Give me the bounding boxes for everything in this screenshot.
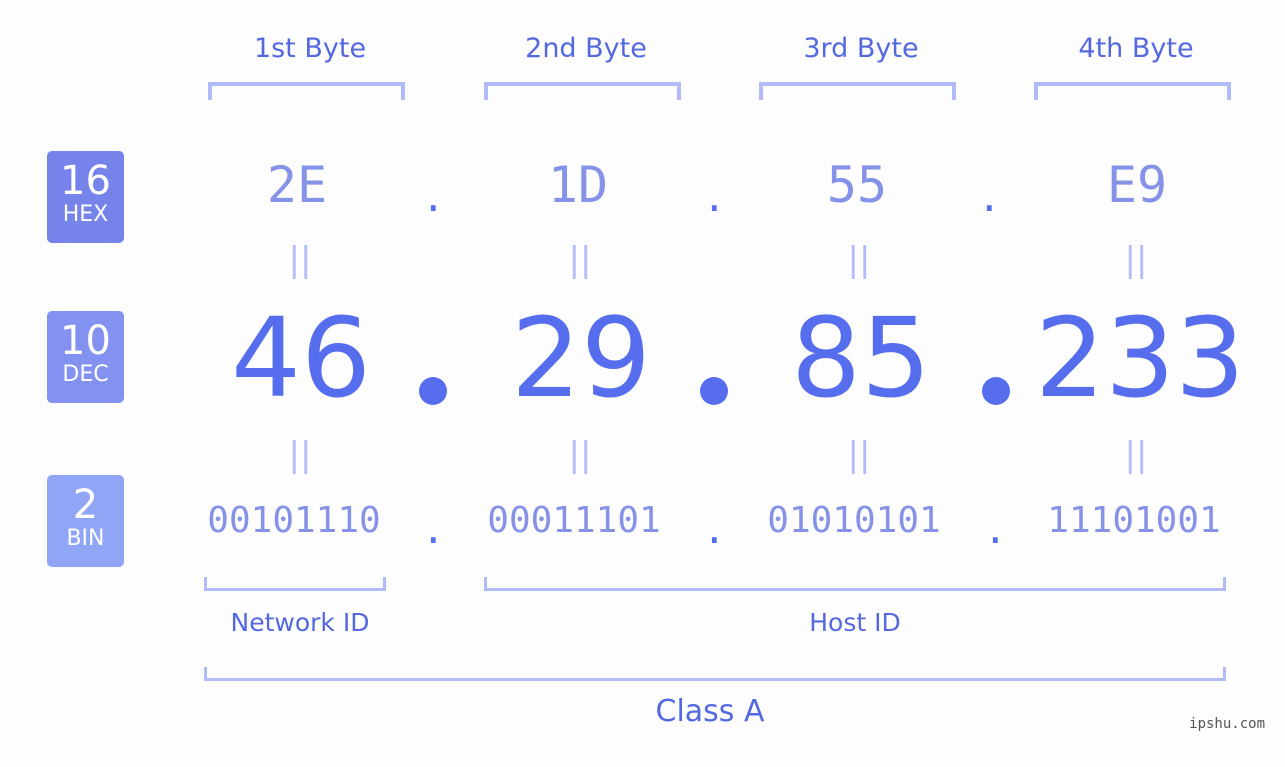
dec-byte-2: 29 xyxy=(511,294,651,422)
dec-base-label: DEC xyxy=(62,362,109,387)
hex-byte-1: 2E xyxy=(266,156,328,214)
bin-base-number: 2 xyxy=(72,482,99,528)
hex-byte-4: E9 xyxy=(1106,156,1168,214)
byte-header-3: 3rd Byte xyxy=(803,33,919,64)
equals-sign: || xyxy=(288,435,312,475)
host-id-label: Host ID xyxy=(809,608,901,637)
hex-separator: . xyxy=(426,168,441,222)
equals-sign: || xyxy=(288,240,312,280)
byte-bracket-2 xyxy=(484,82,681,100)
byte-header-1: 1st Byte xyxy=(253,33,367,64)
dec-separator xyxy=(982,377,1010,405)
host-id-bracket xyxy=(484,577,1226,591)
hex-base-number: 16 xyxy=(60,158,111,204)
equals-sign: || xyxy=(1124,240,1148,280)
bin-byte-2: 00011101 xyxy=(487,500,661,541)
dec-separator xyxy=(700,377,728,405)
equals-sign: || xyxy=(847,435,871,475)
bin-separator: . xyxy=(707,500,722,554)
network-id-bracket xyxy=(204,577,386,591)
dec-badge: 10 DEC xyxy=(47,311,124,403)
bin-badge: 2 BIN xyxy=(47,475,124,567)
network-id-label: Network ID xyxy=(230,608,370,637)
byte-header-2: 2nd Byte xyxy=(525,33,647,64)
bin-byte-3: 01010101 xyxy=(767,500,941,541)
equals-sign: || xyxy=(568,435,592,475)
byte-header-4: 4th Byte xyxy=(1078,33,1194,64)
hex-badge: 16 HEX xyxy=(47,151,124,243)
hex-byte-2: 1D xyxy=(547,156,609,214)
watermark: ipshu.com xyxy=(1189,716,1265,732)
equals-sign: || xyxy=(847,240,871,280)
class-bracket xyxy=(204,667,1226,681)
bin-byte-1: 00101110 xyxy=(207,500,381,541)
bin-base-label: BIN xyxy=(66,526,105,551)
byte-bracket-3 xyxy=(759,82,956,100)
hex-base-label: HEX xyxy=(62,202,109,227)
byte-bracket-1 xyxy=(208,82,405,100)
bin-separator: . xyxy=(426,500,441,554)
equals-sign: || xyxy=(568,240,592,280)
dec-base-number: 10 xyxy=(60,318,111,364)
bin-separator: . xyxy=(988,500,1003,554)
hex-separator: . xyxy=(982,168,997,222)
class-label: Class A xyxy=(655,694,765,729)
bin-byte-4: 11101001 xyxy=(1047,500,1221,541)
byte-bracket-4 xyxy=(1034,82,1231,100)
dec-separator xyxy=(419,377,447,405)
dec-byte-4: 233 xyxy=(1035,294,1245,422)
equals-sign: || xyxy=(1124,435,1148,475)
hex-separator: . xyxy=(707,168,722,222)
dec-byte-1: 46 xyxy=(231,294,371,422)
dec-byte-3: 85 xyxy=(791,294,931,422)
hex-byte-3: 55 xyxy=(826,156,888,214)
